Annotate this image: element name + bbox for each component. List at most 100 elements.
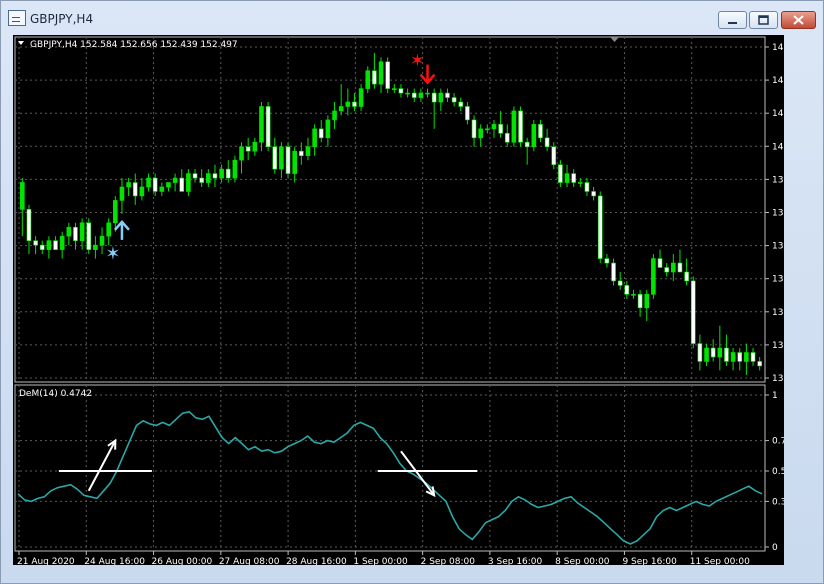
candle-body xyxy=(558,164,563,183)
candle-body xyxy=(106,222,111,237)
time-tick-label: 9 Sep 16:00 xyxy=(622,557,677,565)
candle-body xyxy=(744,352,749,362)
sell-signal-star: ✶ xyxy=(410,51,425,72)
candle-body xyxy=(485,128,490,131)
restore-button[interactable] xyxy=(749,11,778,29)
price-tick-label: 141.350 xyxy=(772,109,784,119)
candle-body xyxy=(299,150,304,156)
indicator-panel-frame xyxy=(14,384,766,552)
candle-body xyxy=(677,262,683,273)
candle-body xyxy=(750,352,756,362)
title-bar[interactable]: GBPJPY,H4 xyxy=(1,1,823,31)
candle-body xyxy=(332,110,337,121)
chart-canvas[interactable]: ✶✶ 142.830142.090141.350140.610139.87013… xyxy=(13,35,809,567)
candle-body xyxy=(524,141,530,148)
candle-body xyxy=(511,110,517,143)
candle-body xyxy=(458,101,464,107)
candle-body xyxy=(206,173,211,183)
minimize-icon xyxy=(728,22,737,24)
candle-body xyxy=(252,141,258,152)
candle-body xyxy=(571,173,576,183)
candle-body xyxy=(684,271,689,282)
candle-body xyxy=(651,258,656,295)
candle-body xyxy=(239,146,244,161)
time-tick-label: 3 Sep 16:00 xyxy=(488,557,543,565)
minimize-button[interactable] xyxy=(718,11,747,29)
main-panel-frame xyxy=(14,36,766,383)
candle-body xyxy=(710,347,716,358)
candle-body xyxy=(285,146,291,174)
price-tick-label: 135.430 xyxy=(772,374,784,384)
indicator-tick-label: 0 xyxy=(772,543,778,553)
chart-window-icon xyxy=(8,10,26,26)
candle-body xyxy=(93,244,98,250)
candle-body xyxy=(637,294,643,309)
axis-layer: 142.830 142.090 141.350 140.610 139.870 139.1… xyxy=(17,37,809,567)
candle-body xyxy=(398,88,404,94)
chart-shift-marker-icon xyxy=(610,37,619,42)
candle-body xyxy=(378,61,384,85)
candle-body xyxy=(358,88,364,107)
candle-body xyxy=(717,347,723,358)
candle-body xyxy=(225,168,231,179)
indicator-info: DeM(14) 0.4742 xyxy=(19,389,92,399)
time-tick-label: 11 Sep 00:00 xyxy=(690,557,750,565)
candle-body xyxy=(338,106,344,112)
candle-body xyxy=(66,226,72,237)
candle-body xyxy=(591,191,596,197)
candle-body xyxy=(305,146,311,156)
price-tick-label: 142.830 xyxy=(772,43,784,53)
candle-body xyxy=(737,352,743,362)
time-tick-label: 2 Sep 08:00 xyxy=(421,557,476,565)
candle-body xyxy=(405,92,410,95)
candle-body xyxy=(325,119,331,139)
candle-body xyxy=(139,186,145,197)
main-chart-info: GBPJPY,H4 152.584 152.656 152.439 152.49… xyxy=(30,40,238,50)
candle-body xyxy=(86,222,92,250)
candle-body xyxy=(212,173,218,179)
candle-body xyxy=(631,294,636,296)
indicator-tick-label: 0.3 xyxy=(772,497,784,507)
candle-body xyxy=(312,128,317,148)
candle-body xyxy=(704,347,709,362)
candle-body xyxy=(259,106,264,143)
time-tick-label: 21 Aug 2020 xyxy=(17,557,75,565)
candle-body xyxy=(126,182,131,188)
close-button[interactable] xyxy=(781,11,816,29)
candle-body xyxy=(166,182,171,188)
buy-signal-arrow xyxy=(114,219,130,240)
candle-body xyxy=(186,173,191,192)
candle-body xyxy=(53,240,58,250)
candle-body xyxy=(624,285,630,295)
candle-body xyxy=(192,173,198,179)
candle-body xyxy=(644,294,650,309)
chart-window: GBPJPY,H4 ✶ ✶ 142.830 142.090 141.350 140.61… xyxy=(0,0,824,584)
candle-body xyxy=(279,146,284,170)
time-tick-label: 28 Aug 16:00 xyxy=(286,557,347,565)
candle-body xyxy=(365,70,371,89)
candle-body xyxy=(146,177,151,188)
candle-body xyxy=(551,146,557,165)
candle-body xyxy=(219,168,224,179)
candle-body xyxy=(584,182,590,192)
candle-body xyxy=(478,128,483,139)
price-tick-label: 139.870 xyxy=(772,175,784,185)
candle-body xyxy=(697,343,703,362)
price-tick-label: 137.650 xyxy=(772,275,784,285)
candle-body xyxy=(418,92,424,98)
price-tick-label: 136.910 xyxy=(772,308,784,318)
candle-body xyxy=(438,92,444,103)
candle-body xyxy=(617,280,623,286)
price-tick-label: 140.610 xyxy=(772,142,784,152)
chart-area[interactable]: ✶✶ 142.830142.090141.350140.610139.87013… xyxy=(13,35,809,567)
candle-body xyxy=(119,186,125,201)
candle-body xyxy=(232,159,238,179)
candle-body xyxy=(345,101,351,107)
candle-body xyxy=(292,150,297,174)
trend-arrow-line xyxy=(400,450,435,496)
candle-body xyxy=(431,92,437,103)
candle-body xyxy=(531,124,537,148)
close-icon xyxy=(793,15,804,25)
indicator-line xyxy=(17,410,763,545)
candle-body xyxy=(425,92,430,95)
